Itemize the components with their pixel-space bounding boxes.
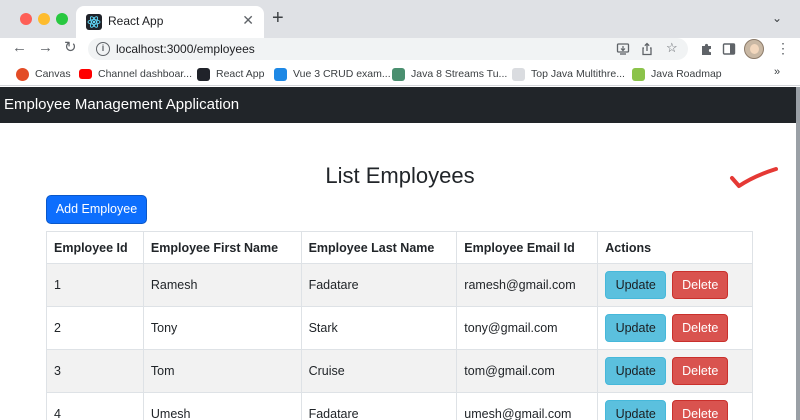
react-icon — [86, 14, 102, 30]
minimize-window-button[interactable] — [38, 13, 50, 25]
cell-employee-id: 1 — [46, 263, 144, 307]
browser-tab[interactable]: React App ✕ — [76, 6, 264, 38]
avatar-face — [750, 44, 759, 54]
checkmark-icon — [730, 167, 778, 188]
cell-last-name: Stark — [300, 306, 458, 350]
table-row: 1 Ramesh Fadatare ramesh@gmail.com Updat… — [46, 263, 753, 307]
cell-employee-id: 4 — [46, 392, 144, 420]
cell-last-name: Fadatare — [300, 263, 458, 307]
chart-icon — [512, 67, 525, 81]
column-header: Employee First Name — [142, 231, 302, 264]
delete-button[interactable]: Delete — [672, 271, 729, 299]
canvas-icon — [16, 67, 29, 81]
bookmark-java-roadmap[interactable]: Java Roadmap — [632, 66, 722, 82]
delete-button[interactable]: Delete — [672, 357, 729, 385]
cell-email: tony@gmail.com — [456, 306, 599, 350]
update-button[interactable]: Update — [605, 357, 667, 385]
info-icon[interactable]: i — [96, 42, 110, 56]
update-button[interactable]: Update — [605, 400, 667, 420]
cell-actions: Update Delete — [597, 263, 753, 307]
install-icon[interactable] — [616, 42, 630, 56]
app-brand[interactable]: Employee Management Application — [4, 96, 239, 113]
back-arrow-icon[interactable]: ← — [12, 39, 27, 57]
roadmap-icon — [632, 67, 645, 81]
column-header: Actions — [597, 231, 753, 264]
reload-icon[interactable]: ↻ — [64, 39, 77, 57]
bookmarks-overflow-button[interactable]: » — [774, 66, 780, 78]
profile-avatar[interactable] — [744, 39, 764, 59]
table-row: 4 Umesh Fadatare umesh@gmail.com Update D… — [46, 392, 753, 420]
column-header: Employee Email Id — [456, 231, 599, 264]
delete-button[interactable]: Delete — [672, 314, 729, 342]
cell-actions: Update Delete — [597, 306, 753, 350]
close-icon[interactable]: ✕ — [242, 12, 254, 29]
page-content: Employee Management Application List Emp… — [0, 87, 796, 420]
cell-actions: Update Delete — [597, 349, 753, 393]
share-icon[interactable] — [640, 42, 654, 56]
browser-titlebar: React App ✕ + ⌄ — [0, 0, 800, 38]
cell-email: umesh@gmail.com — [456, 392, 599, 420]
page-title: List Employees — [325, 163, 475, 188]
bookmark-channel-dashboard[interactable]: Channel dashboar... — [79, 66, 192, 82]
bookmark-java-streams[interactable]: Java 8 Streams Tu... — [392, 66, 507, 82]
update-button[interactable]: Update — [605, 314, 667, 342]
extensions-icon[interactable] — [700, 42, 714, 56]
employees-table: Employee Id Employee First Name Employee… — [46, 231, 753, 420]
forward-arrow-icon[interactable]: → — [38, 39, 53, 57]
bookmarks-bar: Canvas Channel dashboar... React App Vue… — [0, 62, 800, 86]
cell-employee-id: 3 — [46, 349, 144, 393]
cell-email: tom@gmail.com — [456, 349, 599, 393]
tab-search-button[interactable]: ⌄ — [772, 11, 782, 25]
add-employee-button[interactable]: Add Employee — [46, 195, 147, 224]
table-header-row: Employee Id Employee First Name Employee… — [46, 231, 753, 264]
cell-employee-id: 2 — [46, 306, 144, 350]
vue-icon — [274, 67, 287, 81]
cell-first-name: Ramesh — [142, 263, 302, 307]
cell-last-name: Fadatare — [300, 392, 458, 420]
bookmark-java-multithreading[interactable]: Top Java Multithre... — [512, 66, 625, 82]
new-tab-button[interactable]: + — [272, 8, 284, 28]
cell-last-name: Cruise — [300, 349, 458, 393]
close-window-button[interactable] — [20, 13, 32, 25]
table-row: 3 Tom Cruise tom@gmail.com Update Delete — [46, 349, 753, 393]
d-icon — [392, 67, 405, 81]
address-bar[interactable]: i localhost:3000/employees ☆ — [88, 38, 688, 60]
delete-button[interactable]: Delete — [672, 400, 729, 420]
update-button[interactable]: Update — [605, 271, 667, 299]
bookmark-vue-crud[interactable]: Vue 3 CRUD exam... — [274, 66, 391, 82]
cell-email: ramesh@gmail.com — [456, 263, 599, 307]
window-edge — [796, 87, 800, 420]
column-header: Employee Last Name — [300, 231, 458, 264]
cell-actions: Update Delete — [597, 392, 753, 420]
maximize-window-button[interactable] — [56, 13, 68, 25]
side-panel-icon[interactable] — [722, 42, 736, 56]
react-icon — [197, 67, 210, 81]
column-header: Employee Id — [46, 231, 144, 264]
tab-title: React App — [108, 14, 164, 28]
youtube-icon — [79, 69, 92, 79]
cell-first-name: Umesh — [142, 392, 302, 420]
star-icon[interactable]: ☆ — [666, 40, 678, 56]
browser-toolbar: ← → ↻ i localhost:3000/employees ☆ ⋮ — [0, 38, 800, 62]
bookmark-react-app[interactable]: React App — [197, 66, 264, 82]
cell-first-name: Tony — [142, 306, 302, 350]
url-text: localhost:3000/employees — [116, 42, 255, 56]
table-row: 2 Tony Stark tony@gmail.com Update Delete — [46, 306, 753, 350]
cell-first-name: Tom — [142, 349, 302, 393]
app-navbar: Employee Management Application — [0, 87, 796, 123]
bookmark-canvas[interactable]: Canvas — [16, 66, 71, 82]
more-menu-icon[interactable]: ⋮ — [776, 40, 790, 57]
